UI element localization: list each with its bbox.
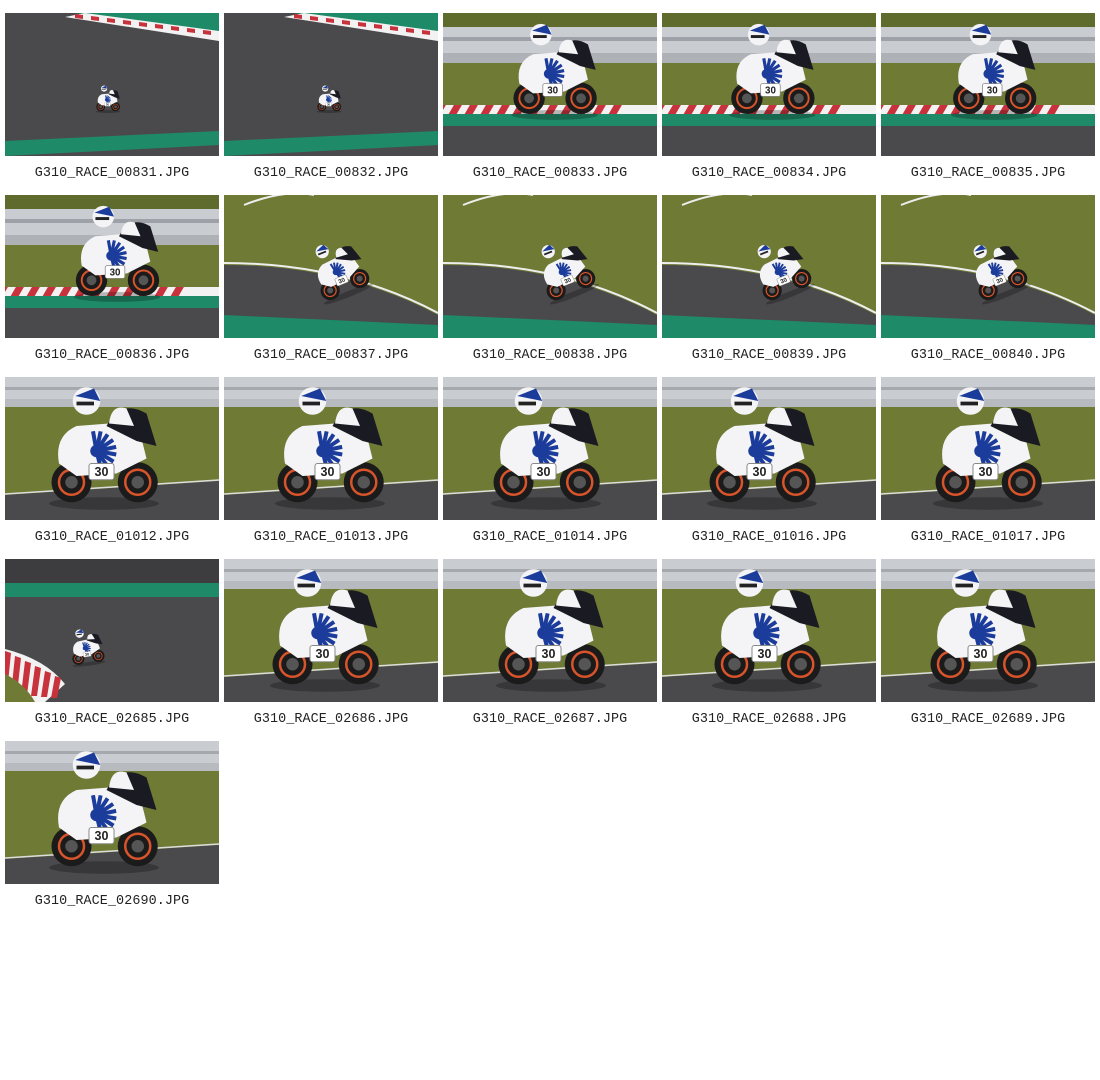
thumbnail-filename: G310_RACE_00840.JPG <box>910 348 1066 363</box>
thumbnail-image-link[interactable]: 30 <box>5 741 219 884</box>
thumbnail-item: 30 G310_RACE_00836.JPG <box>5 195 219 377</box>
thumbnail-image-link[interactable]: 30 <box>5 559 219 702</box>
thumbnail-filename: G310_RACE_01014.JPG <box>472 530 628 545</box>
thumbnail-item: 30 G310_RACE_00839.JPG <box>662 195 876 377</box>
thumbnail-filename: G310_RACE_02686.JPG <box>253 712 409 727</box>
thumbnail-image-link[interactable]: 30 <box>443 559 657 702</box>
thumbnail-item: 30 G310_RACE_02687.JPG <box>443 559 657 741</box>
thumbnail-image-link[interactable]: 30 <box>5 377 219 520</box>
thumbnail-filename: G310_RACE_02690.JPG <box>34 894 190 909</box>
thumbnail-filename: G310_RACE_02687.JPG <box>472 712 628 727</box>
thumbnail-image-link[interactable]: 30 <box>662 195 876 338</box>
thumbnail-image-link[interactable]: 30 <box>5 13 219 156</box>
thumbnail-filename: G310_RACE_00833.JPG <box>472 166 628 181</box>
svg-text:30: 30 <box>974 647 988 661</box>
thumbnail-image-link[interactable]: 30 <box>224 195 438 338</box>
thumbnail-item: 30 G310_RACE_02688.JPG <box>662 559 876 741</box>
thumbnail-item: 30 G310_RACE_00835.JPG <box>881 13 1095 195</box>
svg-text:30: 30 <box>758 647 772 661</box>
thumbnail-item: 30 G310_RACE_00832.JPG <box>224 13 438 195</box>
svg-text:30: 30 <box>327 102 331 106</box>
thumbnail-item: 30 G310_RACE_01014.JPG <box>443 377 657 559</box>
thumbnail-item: 30 G310_RACE_00831.JPG <box>5 13 219 195</box>
svg-text:30: 30 <box>987 85 998 96</box>
thumbnail-image-link[interactable]: 30 <box>881 195 1095 338</box>
thumbnail-item: 30 G310_RACE_01017.JPG <box>881 377 1095 559</box>
thumbnail-item: 30 G310_RACE_02685.JPG <box>5 559 219 741</box>
thumbnail-item: 30 G310_RACE_02686.JPG <box>224 559 438 741</box>
thumbnail-filename: G310_RACE_00838.JPG <box>472 348 628 363</box>
thumbnail-image-link[interactable]: 30 <box>881 377 1095 520</box>
svg-text:30: 30 <box>85 652 90 657</box>
thumbnail-item: 30 G310_RACE_02689.JPG <box>881 559 1095 741</box>
thumbnail-item: 30 G310_RACE_01012.JPG <box>5 377 219 559</box>
svg-text:30: 30 <box>765 85 776 96</box>
svg-text:30: 30 <box>537 465 551 479</box>
thumbnail-filename: G310_RACE_02689.JPG <box>910 712 1066 727</box>
thumbnail-filename: G310_RACE_01017.JPG <box>910 530 1066 545</box>
svg-text:30: 30 <box>753 465 767 479</box>
thumbnail-image-link[interactable]: 30 <box>881 13 1095 156</box>
thumbnail-filename: G310_RACE_00834.JPG <box>691 166 847 181</box>
thumbnail-item: 30 G310_RACE_01013.JPG <box>224 377 438 559</box>
thumbnail-image-link[interactable]: 30 <box>443 13 657 156</box>
thumbnail-image-link[interactable]: 30 <box>881 559 1095 702</box>
thumbnail-item: 30 G310_RACE_00833.JPG <box>443 13 657 195</box>
thumbnail-filename: G310_RACE_01012.JPG <box>34 530 190 545</box>
thumbnail-image-link[interactable]: 30 <box>224 13 438 156</box>
thumbnail-filename: G310_RACE_02685.JPG <box>34 712 190 727</box>
svg-text:30: 30 <box>321 465 335 479</box>
thumbnail-item: 30 G310_RACE_02690.JPG <box>5 741 219 923</box>
svg-text:30: 30 <box>95 465 109 479</box>
thumbnail-image-link[interactable]: 30 <box>662 559 876 702</box>
thumbnail-filename: G310_RACE_02688.JPG <box>691 712 847 727</box>
thumbnail-filename: G310_RACE_00835.JPG <box>910 166 1066 181</box>
thumbnail-image-link[interactable]: 30 <box>662 377 876 520</box>
thumbnail-filename: G310_RACE_01013.JPG <box>253 530 409 545</box>
thumbnail-image-link[interactable]: 30 <box>443 377 657 520</box>
thumbnail-filename: G310_RACE_01016.JPG <box>691 530 847 545</box>
thumbnail-image-link[interactable]: 30 <box>5 195 219 338</box>
thumbnail-image-link[interactable]: 30 <box>224 377 438 520</box>
thumbnail-item: 30 G310_RACE_00837.JPG <box>224 195 438 377</box>
thumbnail-item: 30 G310_RACE_01016.JPG <box>662 377 876 559</box>
svg-text:30: 30 <box>106 102 110 106</box>
thumbnail-filename: G310_RACE_00831.JPG <box>34 166 190 181</box>
svg-text:30: 30 <box>110 267 121 278</box>
thumbnail-image-link[interactable]: 30 <box>443 195 657 338</box>
thumbnail-filename: G310_RACE_00837.JPG <box>253 348 409 363</box>
thumbnail-filename: G310_RACE_00839.JPG <box>691 348 847 363</box>
svg-text:30: 30 <box>316 647 330 661</box>
thumbnail-item: 30 G310_RACE_00834.JPG <box>662 13 876 195</box>
svg-text:30: 30 <box>95 829 109 843</box>
thumbnail-filename: G310_RACE_00832.JPG <box>253 166 409 181</box>
thumbnail-item: 30 G310_RACE_00840.JPG <box>881 195 1095 377</box>
thumbnail-image-link[interactable]: 30 <box>224 559 438 702</box>
svg-text:30: 30 <box>547 85 558 96</box>
svg-text:30: 30 <box>979 465 993 479</box>
thumbnail-filename: G310_RACE_00836.JPG <box>34 348 190 363</box>
svg-text:30: 30 <box>542 647 556 661</box>
thumbnail-item: 30 G310_RACE_00838.JPG <box>443 195 657 377</box>
thumbnail-image-link[interactable]: 30 <box>662 13 876 156</box>
